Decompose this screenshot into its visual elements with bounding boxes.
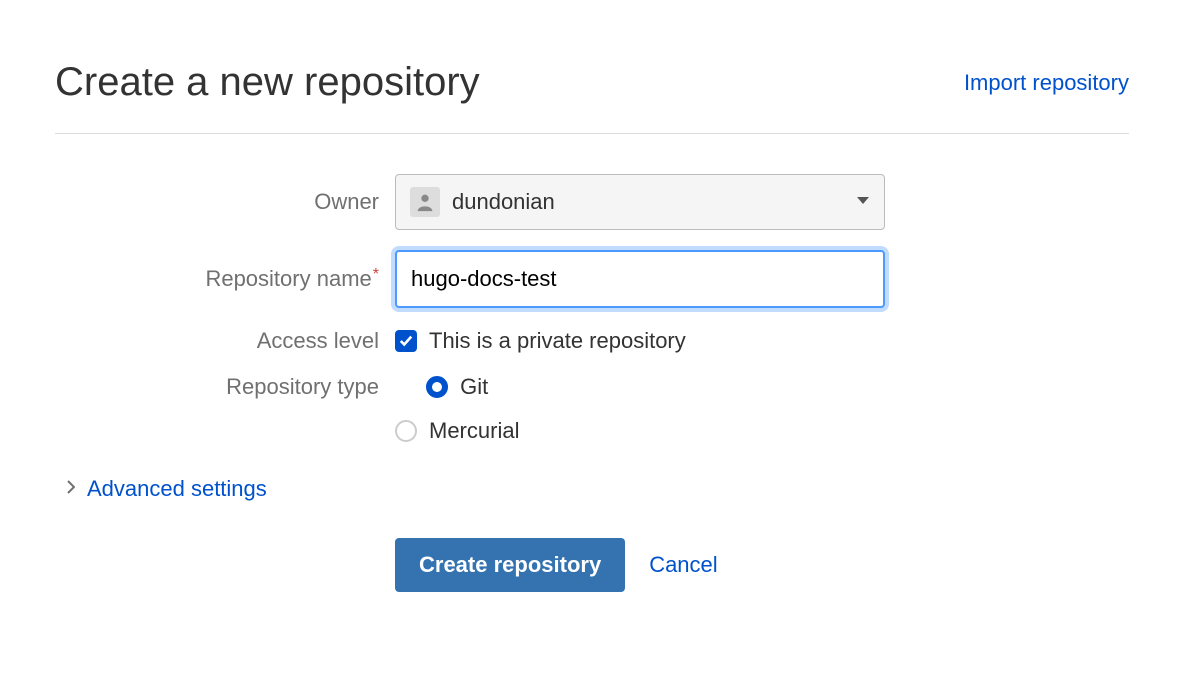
- create-repository-button[interactable]: Create repository: [395, 538, 625, 592]
- repo-type-row: Repository type Git Mercurial: [55, 374, 1129, 444]
- repo-name-row: Repository name*: [55, 250, 1129, 308]
- access-level-row: Access level This is a private repositor…: [55, 328, 1129, 354]
- radio-git[interactable]: [426, 376, 448, 398]
- page-header: Create a new repository Import repositor…: [55, 60, 1129, 134]
- owner-select[interactable]: dundonian: [395, 174, 885, 230]
- radio-item-mercurial[interactable]: Mercurial: [395, 418, 519, 444]
- access-level-label: Access level: [55, 328, 395, 354]
- button-row: Create repository Cancel: [55, 538, 1129, 592]
- chevron-right-icon: [67, 480, 75, 499]
- import-repository-link[interactable]: Import repository: [964, 70, 1129, 96]
- private-checkbox-label: This is a private repository: [429, 328, 686, 354]
- repo-name-label: Repository name*: [55, 266, 395, 292]
- repo-type-label: Repository type: [55, 374, 395, 400]
- advanced-settings-toggle[interactable]: Advanced settings: [55, 476, 1129, 502]
- radio-item-git[interactable]: Git: [426, 374, 488, 400]
- radio-mercurial[interactable]: [395, 420, 417, 442]
- radio-git-label: Git: [460, 374, 488, 400]
- caret-down-icon: [856, 193, 870, 211]
- avatar-icon: [410, 187, 440, 217]
- cancel-link[interactable]: Cancel: [649, 552, 717, 578]
- owner-label: Owner: [55, 189, 395, 215]
- owner-row: Owner dundonian: [55, 174, 1129, 230]
- advanced-settings-label: Advanced settings: [87, 476, 267, 502]
- repo-name-input[interactable]: [395, 250, 885, 308]
- page-title: Create a new repository: [55, 60, 480, 105]
- owner-value: dundonian: [452, 189, 555, 215]
- private-checkbox[interactable]: [395, 330, 417, 352]
- required-indicator: *: [373, 266, 379, 283]
- radio-mercurial-label: Mercurial: [429, 418, 519, 444]
